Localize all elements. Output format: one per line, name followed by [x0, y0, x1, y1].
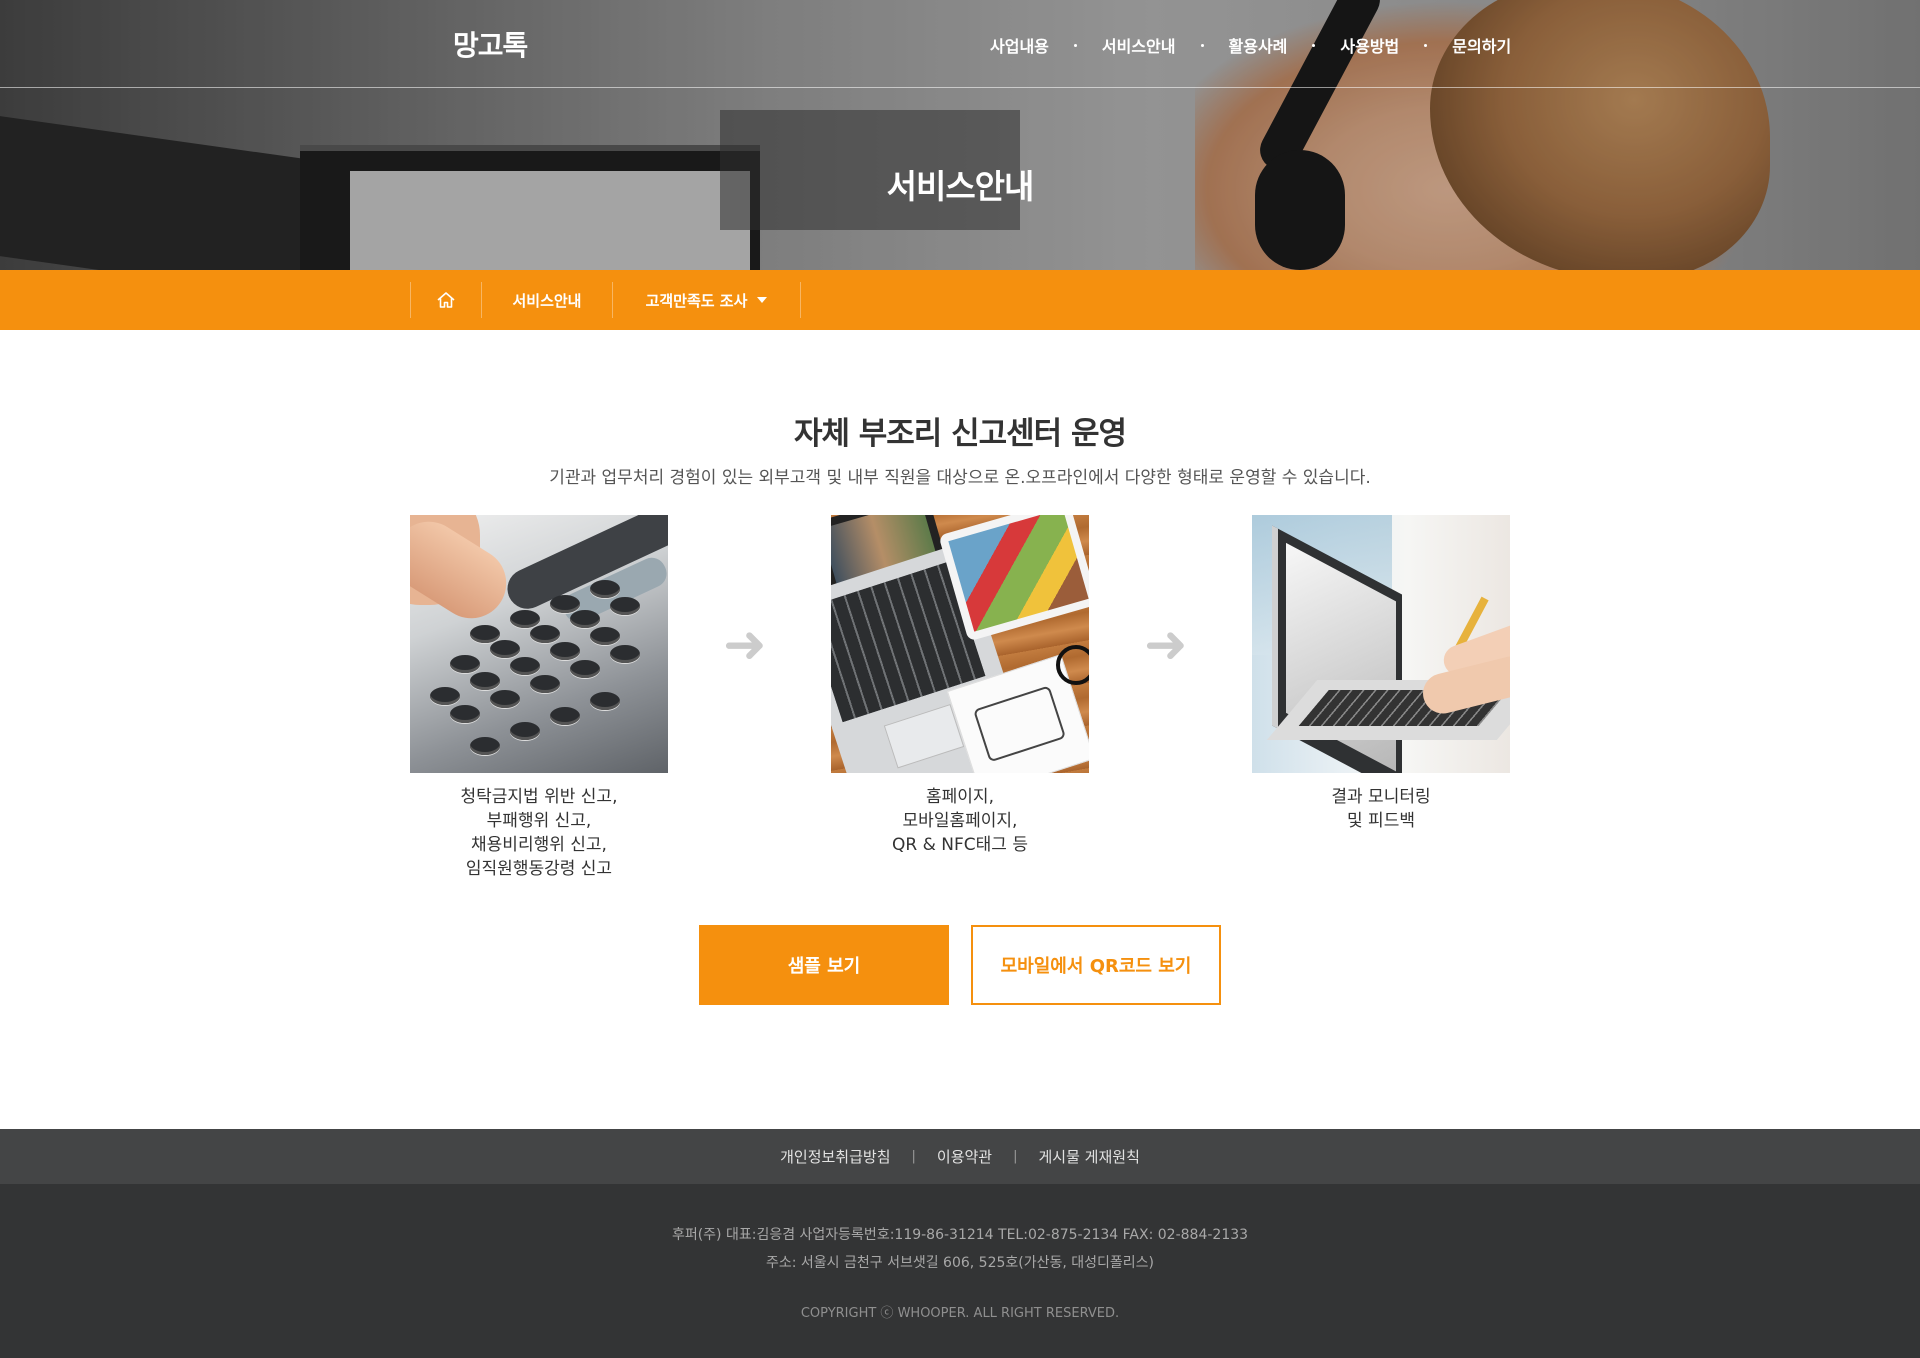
breadcrumb: 서비스안내 고객만족도 조사 [410, 282, 801, 318]
footer-address: 주소: 서울시 금천구 서브샛길 606, 525호(가산동, 대성디폴리스) [765, 1255, 1155, 1271]
footer-link-separator: | [1013, 1149, 1018, 1164]
page-title: 서비스안내 [886, 167, 1035, 206]
footer-link-separator: | [911, 1149, 916, 1164]
site-logo[interactable]: 망고톡 [453, 24, 528, 64]
view-sample-button[interactable]: 샘플 보기 [699, 925, 949, 1005]
step-card-channels: 홈페이지, 모바일홈페이지, QR & NFC태그 등 [831, 515, 1089, 857]
breadcrumb-service[interactable]: 서비스안내 [482, 282, 613, 318]
footer-links: 개인정보취급방침 | 이용약관 | 게시물 게재원칙 [0, 1129, 1920, 1184]
nav-separator-dot [1200, 43, 1204, 47]
section-description: 기관과 업무처리 경험이 있는 외부고객 및 내부 직원을 대상으로 온.오프라… [549, 468, 1371, 488]
home-icon [437, 292, 455, 308]
arrow-right-icon: ➜ [1144, 615, 1188, 675]
footer-info: 후퍼(주) 대표:김응겸 사업자등록번호:119-86-31214 TEL:02… [0, 1184, 1920, 1358]
step-card-feedback: 결과 모니터링 및 피드백 [1252, 515, 1510, 833]
footer-link-posting-policy[interactable]: 게시물 게재원칙 [1039, 1146, 1140, 1167]
view-qr-code-button[interactable]: 모바일에서 QR코드 보기 [971, 925, 1221, 1005]
breadcrumb-survey-label: 고객만족도 조사 [645, 291, 748, 310]
nav-separator-dot [1424, 43, 1428, 47]
step-caption: 홈페이지, 모바일홈페이지, QR & NFC태그 등 [892, 787, 1028, 855]
nav-item-contact[interactable]: 문의하기 [1452, 33, 1511, 57]
arrow-right-icon: ➜ [723, 615, 767, 675]
nav-item-service[interactable]: 서비스안내 [1102, 33, 1176, 57]
nav-item-usage[interactable]: 사용방법 [1340, 33, 1399, 57]
nav-item-business[interactable]: 사업내용 [990, 33, 1049, 57]
step-card-report: 청탁금지법 위반 신고, 부패행위 신고, 채용비리행위 신고, 임직원행동강령… [410, 515, 668, 881]
nav-separator-dot [1312, 43, 1316, 47]
hero-banner: 망고톡 사업내용 서비스안내 활용사례 사용방법 문의하기 서비스안내 [0, 0, 1920, 270]
phone-keypad-photo [410, 515, 668, 773]
breadcrumb-home[interactable] [411, 282, 482, 318]
footer-copyright: COPYRIGHT ⓒ WHOOPER. ALL RIGHT RESERVED. [800, 1306, 1120, 1321]
footer-link-terms[interactable]: 이용약관 [937, 1146, 992, 1167]
footer-company-info: 후퍼(주) 대표:김응겸 사업자등록번호:119-86-31214 TEL:02… [671, 1227, 1249, 1243]
breadcrumb-bar: 서비스안내 고객만족도 조사 [0, 270, 1920, 330]
step-caption: 결과 모니터링 및 피드백 [1331, 787, 1431, 831]
nav-separator-dot [1073, 43, 1077, 47]
main-nav: 사업내용 서비스안내 활용사례 사용방법 문의하기 [990, 33, 1511, 57]
laptop-tablet-photo [831, 515, 1089, 773]
top-navigation-bar: 망고톡 사업내용 서비스안내 활용사례 사용방법 문의하기 [0, 0, 1920, 88]
footer-link-privacy[interactable]: 개인정보취급방침 [780, 1146, 890, 1167]
laptop-typing-photo [1252, 515, 1510, 773]
step-caption: 청탁금지법 위반 신고, 부패행위 신고, 채용비리행위 신고, 임직원행동강령… [460, 787, 618, 879]
section-title: 자체 부조리 신고센터 운영 [793, 416, 1127, 452]
nav-item-cases[interactable]: 활용사례 [1229, 33, 1288, 57]
breadcrumb-survey-dropdown[interactable]: 고객만족도 조사 [613, 282, 801, 318]
caret-down-icon [757, 297, 768, 303]
